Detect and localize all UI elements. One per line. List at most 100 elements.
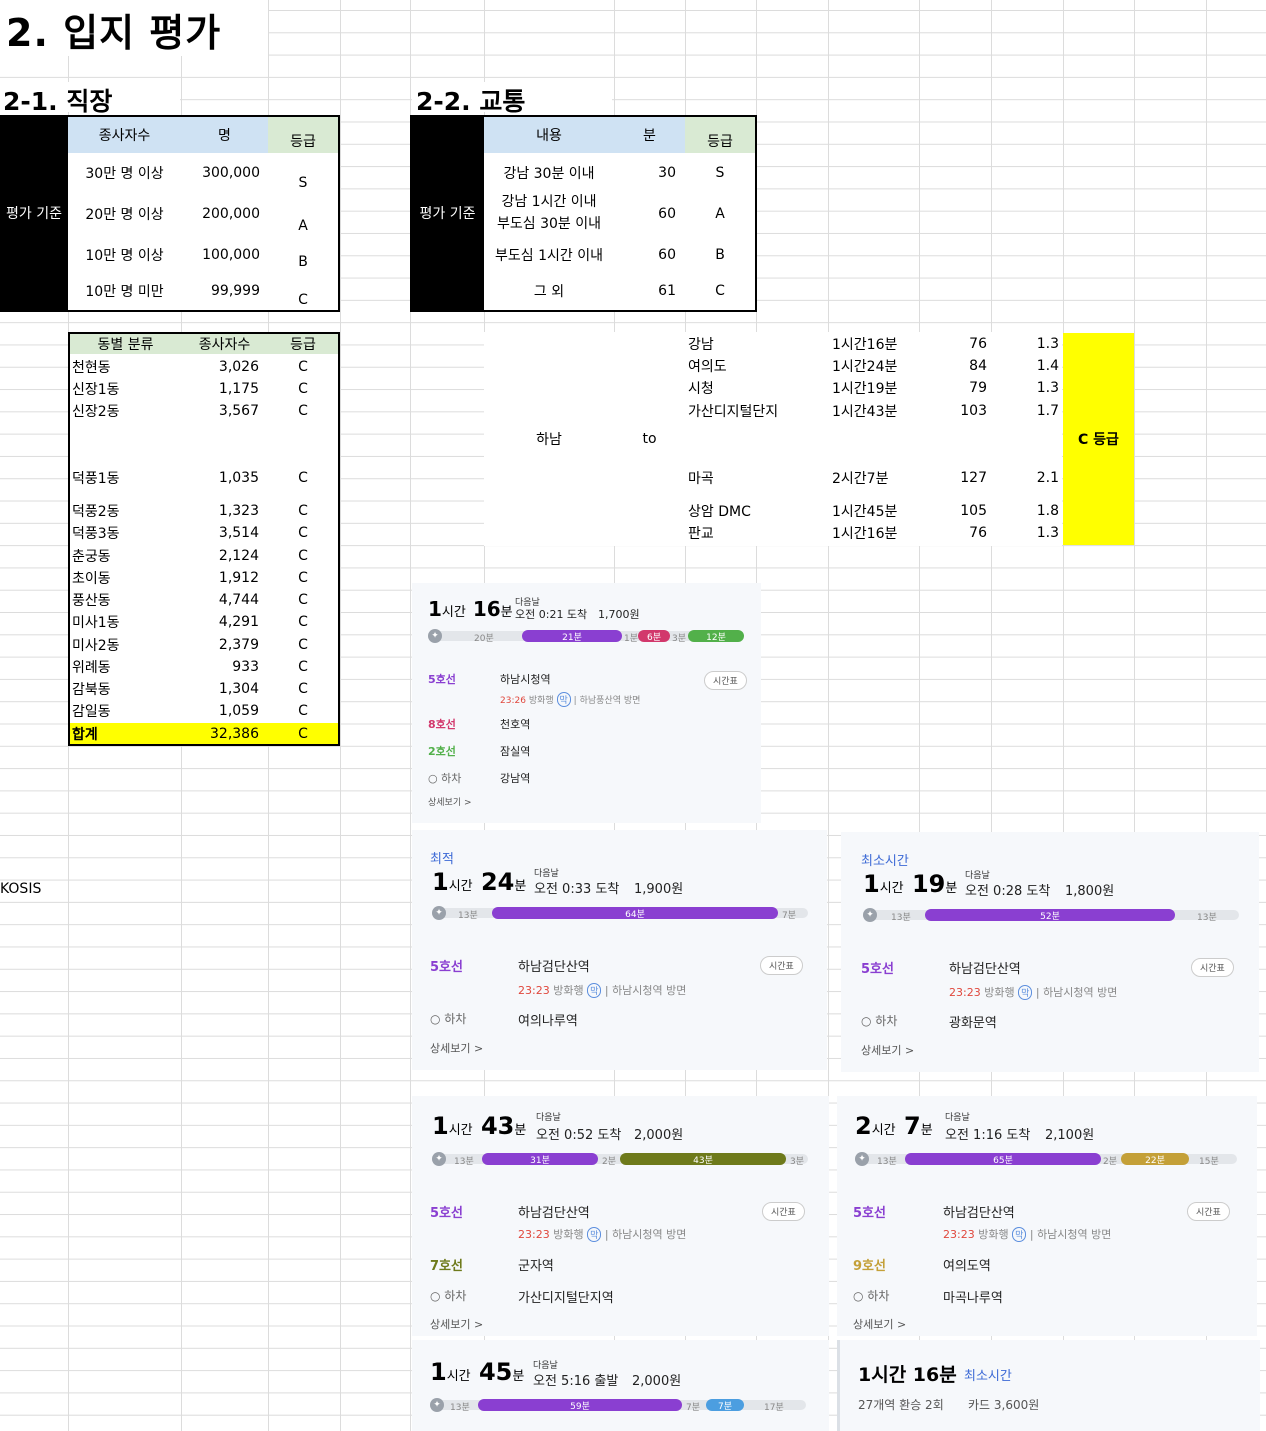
- fare: 2,000원: [634, 1128, 684, 1143]
- result-grade: C 등급: [1078, 432, 1119, 448]
- arrival: 오전 0:21 도착: [515, 608, 588, 621]
- line-7-label: 7호선: [430, 1259, 463, 1274]
- dest-ratio: 1.3: [1036, 380, 1059, 396]
- summary-card-fare: 카드 3,600원: [968, 1398, 1040, 1412]
- dest-minutes: 76: [969, 336, 987, 352]
- transit-table-border: [410, 115, 757, 312]
- station: 하남검단산역: [518, 960, 590, 975]
- dest-name: 판교: [688, 526, 714, 542]
- line-5-label: 5호선: [853, 1206, 886, 1221]
- summary-detail: 27개역 환승 2회: [858, 1398, 944, 1412]
- alight-label: ○ 하차: [428, 772, 462, 785]
- line-5-label: 5호선: [861, 962, 894, 977]
- details-link[interactable]: 상세보기 >: [861, 1042, 914, 1058]
- route-card-gangnam[interactable]: 1시간 16분 다음날 오전 0:21 도착 1,700원 ✦ 20분 21분 …: [412, 583, 761, 823]
- dest-minutes: 76: [969, 525, 987, 541]
- section-title-transit: 2-2. 교통: [416, 87, 526, 116]
- line-9-label: 9호선: [853, 1259, 886, 1274]
- dest-ratio: 1.3: [1036, 525, 1059, 541]
- dest-name: 여의도: [688, 359, 727, 375]
- fare: 2,100원: [1045, 1128, 1095, 1143]
- dest-ratio: 1.4: [1036, 358, 1059, 374]
- dest-time: 1시간16분: [832, 526, 898, 542]
- dest-time: 1시간43분: [832, 404, 898, 420]
- dest-name: 강남: [688, 337, 714, 353]
- route-card-sangam[interactable]: 1시간 45분 다음날 오전 5:16 출발 2,000원 ✦ 13분 59분 …: [412, 1340, 829, 1431]
- departure: 오전 5:16 출발: [533, 1374, 619, 1389]
- dest-ratio: 1.8: [1036, 503, 1059, 519]
- fastest-tag: 최소시간: [964, 1369, 1012, 1384]
- station: 군자역: [518, 1259, 554, 1274]
- dest-name: 시청: [688, 381, 714, 397]
- dest-ratio: 1.7: [1036, 403, 1059, 419]
- station: 하남시청역: [500, 673, 551, 686]
- dest-time: 2시간7분: [832, 471, 889, 487]
- arrival: 오전 0:52 도착: [536, 1128, 622, 1143]
- timetable-button[interactable]: 시간표: [762, 1202, 805, 1221]
- details-link[interactable]: 상세보기 >: [428, 795, 472, 808]
- walk-icon: ✦: [428, 629, 442, 643]
- destination-station: 여의나루역: [518, 1014, 578, 1029]
- walk-icon: ✦: [432, 1152, 446, 1166]
- dest-name: 상암 DMC: [688, 504, 751, 520]
- best-tag: 최적: [430, 852, 454, 867]
- to-label: to: [642, 431, 657, 447]
- destination-station: 가산디지털단지역: [518, 1291, 614, 1306]
- line-2-label: 2호선: [428, 745, 456, 758]
- route-card-magok[interactable]: 2시간 7분 다음날 오전 1:16 도착 2,100원 ✦ 13분 65분 2…: [837, 1096, 1257, 1336]
- route-card-pangyo[interactable]: 1시간 16분 최소시간 27개역 환승 2회 카드 3,600원: [837, 1340, 1260, 1431]
- route-card-cityhall[interactable]: 최소시간 1시간 19분 다음날 오전 0:28 도착 1,800원 ✦ 13분…: [841, 832, 1259, 1072]
- arrival: 오전 0:33 도착: [534, 882, 620, 897]
- station: 잠실역: [500, 745, 531, 758]
- section-title-work: 2-1. 직장: [3, 87, 113, 116]
- dest-time: 1시간45분: [832, 504, 898, 520]
- line-8-label: 8호선: [428, 718, 456, 731]
- dest-ratio: 1.3: [1036, 336, 1059, 352]
- details-link[interactable]: 상세보기 >: [430, 1040, 483, 1056]
- fare: 1,700원: [598, 608, 640, 621]
- line-5-label: 5호선: [430, 960, 463, 975]
- station: 하남검단산역: [949, 962, 1021, 977]
- walk-icon: ✦: [430, 1398, 444, 1412]
- dest-time: 1시간19분: [832, 381, 898, 397]
- route-card-yeouido[interactable]: 최적 1시간 24분 다음날 오전 0:33 도착 1,900원 ✦ 13분 6…: [412, 830, 827, 1070]
- line-5-label: 5호선: [428, 673, 456, 686]
- walk-icon: ✦: [855, 1152, 869, 1166]
- page-title: 2. 입지 평가: [6, 11, 222, 55]
- route-card-gasan[interactable]: 1시간 43분 다음날 오전 0:52 도착 2,000원 ✦ 13분 31분 …: [412, 1096, 829, 1336]
- destination-station: 강남역: [500, 772, 531, 785]
- destination-station: 마곡나루역: [943, 1291, 1003, 1306]
- arrival: 오전 0:28 도착: [965, 884, 1051, 899]
- details-link[interactable]: 상세보기 >: [430, 1316, 483, 1332]
- timetable-button[interactable]: 시간표: [1191, 958, 1234, 977]
- timetable-button[interactable]: 시간표: [704, 671, 747, 690]
- summary-time: 1시간 16분: [858, 1364, 957, 1386]
- fare: 1,900원: [634, 882, 684, 897]
- criteria-table-border: [0, 115, 340, 312]
- station: 하남검단산역: [518, 1206, 590, 1221]
- origin-label: 하남: [536, 432, 562, 448]
- source-label: KOSIS: [0, 881, 42, 897]
- walk-icon: ✦: [432, 906, 446, 920]
- fare: 1,800원: [1065, 884, 1115, 899]
- dest-minutes: 105: [960, 503, 987, 519]
- dest-minutes: 127: [960, 470, 987, 486]
- dest-time: 1시간16분: [832, 337, 898, 353]
- details-link[interactable]: 상세보기 >: [853, 1316, 906, 1332]
- line-5-label: 5호선: [430, 1206, 463, 1221]
- dest-minutes: 79: [969, 380, 987, 396]
- dest-name: 가산디지털단지: [688, 404, 779, 420]
- dest-minutes: 84: [969, 358, 987, 374]
- departure-info: 23:26 방화행 막 | 하남풍산역 방면: [500, 692, 640, 707]
- dest-ratio: 2.1: [1036, 470, 1059, 486]
- walk-icon: ✦: [863, 908, 877, 922]
- timetable-button[interactable]: 시간표: [760, 956, 803, 975]
- station: 여의도역: [943, 1259, 991, 1274]
- arrival: 오전 1:16 도착: [945, 1128, 1031, 1143]
- fare: 2,000원: [632, 1374, 682, 1389]
- dest-name: 마곡: [688, 471, 714, 487]
- dest-time: 1시간24분: [832, 359, 898, 375]
- station: 천호역: [500, 718, 531, 731]
- fastest-tag: 최소시간: [861, 854, 909, 869]
- timetable-button[interactable]: 시간표: [1187, 1202, 1230, 1221]
